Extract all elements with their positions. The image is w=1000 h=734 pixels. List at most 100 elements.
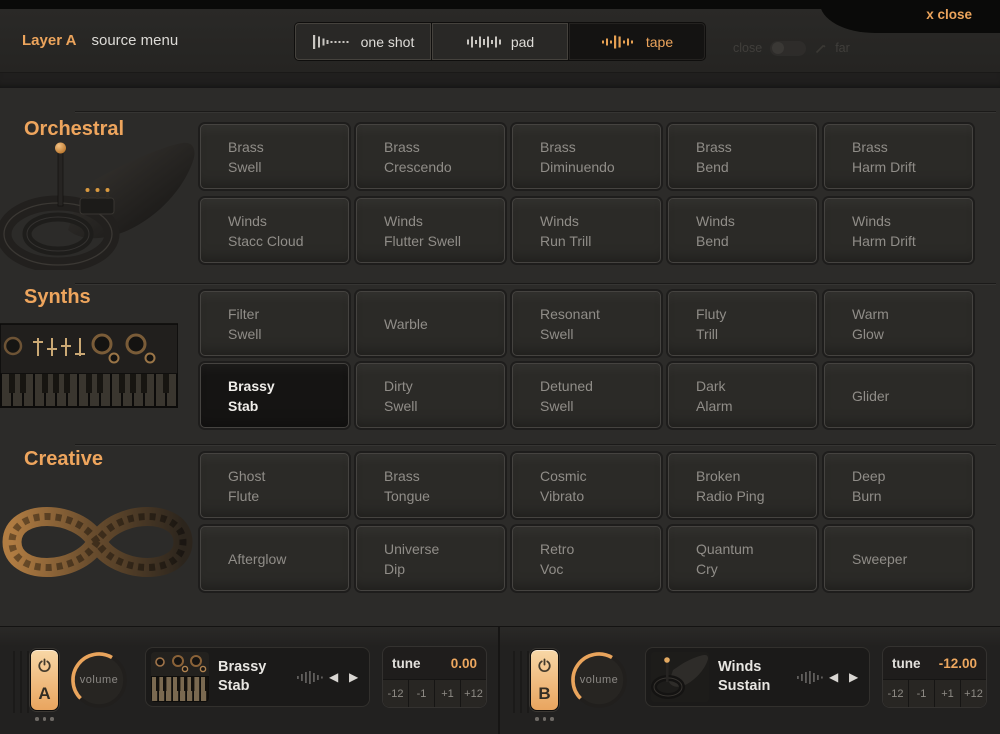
layer-label: Layer A [22,32,76,49]
preset-name: Brassy Stab [218,648,266,706]
tune-plus-1-button[interactable]: +1 [435,680,460,707]
volume-label: volume [69,650,129,710]
source-button[interactable]: Warm Glow [824,291,973,356]
creative-row-2: Afterglow Universe Dip Retro Voc Quantum… [200,526,973,591]
preset-prev-button[interactable]: ◀ [829,669,838,685]
source-button[interactable]: Winds Flutter Swell [356,198,505,263]
mode-pad-label: pad [511,34,534,50]
source-button[interactable]: Brass Diminuendo [512,124,661,189]
source-button[interactable]: Broken Radio Ping [668,453,817,518]
volume-label: volume [569,650,629,710]
mode-pad-button[interactable]: pad [432,23,568,60]
tune-step-buttons: -12 -1 +1 +12 [883,679,986,707]
source-button[interactable]: Winds Run Trill [512,198,661,263]
preset-thumbnail-keyboard [151,652,209,702]
source-button[interactable]: Brass Harm Drift [824,124,973,189]
source-button[interactable]: Sweeper [824,526,973,591]
tune-plus-1-button[interactable]: +1 [935,680,960,707]
preset-waveform-icon [296,670,324,685]
section-title-synths: Synths [24,286,91,309]
tune-minus-1-button[interactable]: -1 [409,680,434,707]
preset-waveform-icon [796,670,824,685]
orchestral-tuba-artwork [0,138,200,270]
tune-minus-12-button[interactable]: -12 [883,680,908,707]
source-button[interactable]: Dirty Swell [356,363,505,428]
mode-one-shot-button[interactable]: one shot [295,23,431,60]
power-icon [37,658,52,673]
layer-control-bar: A volume [0,626,1000,734]
close-corner-tab: x close [820,0,1000,33]
mic-pencil-icon [814,42,827,55]
source-button[interactable]: Retro Voc [512,526,661,591]
layer-a-power-button[interactable]: A [30,649,59,711]
synths-keyboard-artwork [0,316,178,408]
source-button[interactable]: Quantum Cry [668,526,817,591]
layer-a-preset-display[interactable]: Brassy Stab ◀ ▶ [145,647,370,707]
source-button[interactable]: Brass Swell [200,124,349,189]
layer-b-block: B volume [500,627,1000,734]
orchestral-row-1: Brass Swell Brass Crescendo Brass Diminu… [200,124,973,189]
preset-thumbnail-tuba [651,652,709,702]
layer-options-dots-icon[interactable] [530,717,559,721]
preset-prev-button[interactable]: ◀ [329,669,338,685]
layer-b-power-button[interactable]: B [530,649,559,711]
one-shot-waveform-icon [312,34,352,50]
layer-b-volume-knob[interactable]: volume [569,650,629,710]
preset-next-button[interactable]: ▶ [849,669,858,685]
tune-value[interactable]: -12.00 [939,656,977,671]
source-menu-screen: Layer A source menu one shot [0,0,1000,734]
tune-plus-12-button[interactable]: +12 [961,680,986,707]
playback-mode-group: one shot pad [294,22,706,61]
mode-one-shot-label: one shot [361,34,415,50]
mic-distance-toggle[interactable] [770,41,806,56]
tune-value[interactable]: 0.00 [451,656,477,671]
layer-a-letter: A [38,684,50,704]
source-button[interactable]: Glider [824,363,973,428]
tune-minus-1-button[interactable]: -1 [909,680,934,707]
mode-tape-label: tape [646,34,673,50]
tune-minus-12-button[interactable]: -12 [383,680,408,707]
close-button[interactable]: x close [926,7,972,22]
source-button[interactable]: Dark Alarm [668,363,817,428]
source-button[interactable]: Winds Bend [668,198,817,263]
mic-close-label: close [733,41,762,55]
mic-distance-control: close far [733,33,850,63]
preset-next-button[interactable]: ▶ [349,669,358,685]
source-button-selected[interactable]: Brassy Stab [200,363,349,428]
source-button[interactable]: Deep Burn [824,453,973,518]
creative-infinity-artwork [0,480,195,606]
source-button[interactable]: Cosmic Vibrato [512,453,661,518]
layer-b-tune-panel: tune -12.00 -12 -1 +1 +12 [883,647,986,707]
synths-row-1: Filter Swell Warble Resonant Swell Fluty… [200,291,973,356]
source-button[interactable]: Brass Tongue [356,453,505,518]
source-button[interactable]: Brass Bend [668,124,817,189]
creative-row-1: Ghost Flute Brass Tongue Cosmic Vibrato … [200,453,973,518]
tune-plus-12-button[interactable]: +12 [461,680,486,707]
section-title-creative: Creative [24,448,103,471]
layer-options-dots-icon[interactable] [30,717,59,721]
pad-waveform-icon [466,34,502,50]
source-button[interactable]: Fluty Trill [668,291,817,356]
page-title: source menu [91,32,178,49]
source-button[interactable]: Afterglow [200,526,349,591]
tune-label: tune [392,656,421,671]
mode-tape-button[interactable]: tape [569,23,705,60]
source-button[interactable]: Filter Swell [200,291,349,356]
grip-lines-icon [513,651,529,713]
source-button[interactable]: Winds Stacc Cloud [200,198,349,263]
source-button[interactable]: Universe Dip [356,526,505,591]
source-button[interactable]: Ghost Flute [200,453,349,518]
layer-b-letter: B [538,684,550,704]
layer-b-preset-display[interactable]: Winds Sustain ◀ ▶ [645,647,870,707]
power-icon [537,658,552,673]
header-title: Layer A source menu [22,9,178,72]
source-button[interactable]: Winds Harm Drift [824,198,973,263]
layer-a-volume-knob[interactable]: volume [69,650,129,710]
source-button[interactable]: Resonant Swell [512,291,661,356]
source-button[interactable]: Detuned Swell [512,363,661,428]
source-button[interactable]: Warble [356,291,505,356]
source-browser: Orchestral Brass Swell Brass Cr [0,88,1000,626]
layer-a-tune-panel: tune 0.00 -12 -1 +1 +12 [383,647,486,707]
source-button[interactable]: Brass Crescendo [356,124,505,189]
synths-row-2: Brassy Stab Dirty Swell Detuned Swell Da… [200,363,973,428]
